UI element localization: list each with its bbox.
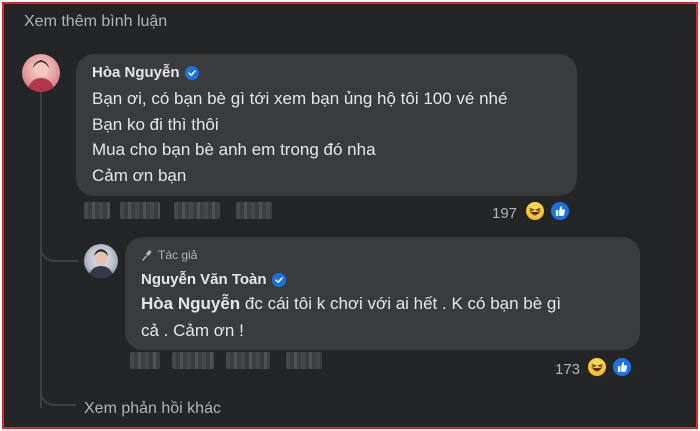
author-badge-label: Tác giả: [158, 248, 198, 262]
verified-badge-icon: [271, 272, 286, 287]
blurred-action-reply[interactable]: [120, 202, 160, 219]
haha-icon: [524, 200, 546, 222]
view-more-replies-link[interactable]: Xem phản hồi khác: [84, 400, 221, 418]
author-name[interactable]: Hòa Nguyễn: [92, 64, 180, 81]
reply-text-line: cả . Cảm ơn !: [141, 321, 244, 340]
thread-connector-reply: [40, 240, 78, 262]
comment-text-line: Bạn ko đi thì thôi: [92, 115, 219, 134]
comment-text-line: Bạn ơi, có bạn bè gì tới xem bạn ủng hộ …: [92, 89, 508, 108]
comment-text-line: Mua cho bạn bè anh em trong đó nha: [92, 140, 376, 159]
comment-text-line: Cảm ơn bạn: [92, 166, 187, 185]
blurred-action-share[interactable]: [174, 202, 220, 219]
blurred-timestamp: [286, 352, 322, 369]
verified-badge-icon: [184, 65, 199, 80]
reaction-count[interactable]: 173: [555, 361, 580, 378]
see-more-comments-link[interactable]: Xem thêm bình luận: [24, 13, 167, 31]
like-icon: [611, 356, 633, 378]
blurred-action-reply[interactable]: [172, 352, 214, 369]
comment-bubble: Hòa Nguyễn Bạn ơi, có bạn bè gì tới xem …: [76, 54, 577, 196]
avatar[interactable]: [84, 244, 118, 278]
author-badge: Tác giả: [141, 248, 197, 262]
author-name[interactable]: Nguyễn Văn Toàn: [141, 271, 267, 288]
blurred-action-share[interactable]: [226, 352, 270, 369]
blurred-timestamp: [236, 202, 272, 219]
thread-connector-more: [40, 384, 76, 406]
comment-author[interactable]: Hòa Nguyễn: [92, 64, 199, 81]
comment-author[interactable]: Nguyễn Văn Toàn: [141, 271, 286, 288]
like-icon: [549, 200, 571, 222]
blurred-action-like[interactable]: [84, 202, 110, 219]
mention-link[interactable]: Hòa Nguyễn: [141, 294, 240, 313]
blurred-action-like[interactable]: [130, 352, 160, 369]
microphone-icon: [142, 250, 152, 261]
haha-icon: [586, 356, 608, 378]
reaction-count[interactable]: 197: [492, 205, 517, 222]
reply-text-fragment: đc cái tôi k chơi với ai hết . K có bạn …: [240, 294, 562, 313]
reply-bubble: Tác giả Nguyễn Văn Toàn Hòa Nguyễn đc cá…: [125, 237, 640, 350]
comment-thread-frame: Xem thêm bình luận Hòa Nguyễn Bạn ơi, có…: [2, 2, 698, 429]
avatar[interactable]: [22, 54, 60, 92]
reply-text-line: Hòa Nguyễn đc cái tôi k chơi với ai hết …: [141, 294, 561, 314]
